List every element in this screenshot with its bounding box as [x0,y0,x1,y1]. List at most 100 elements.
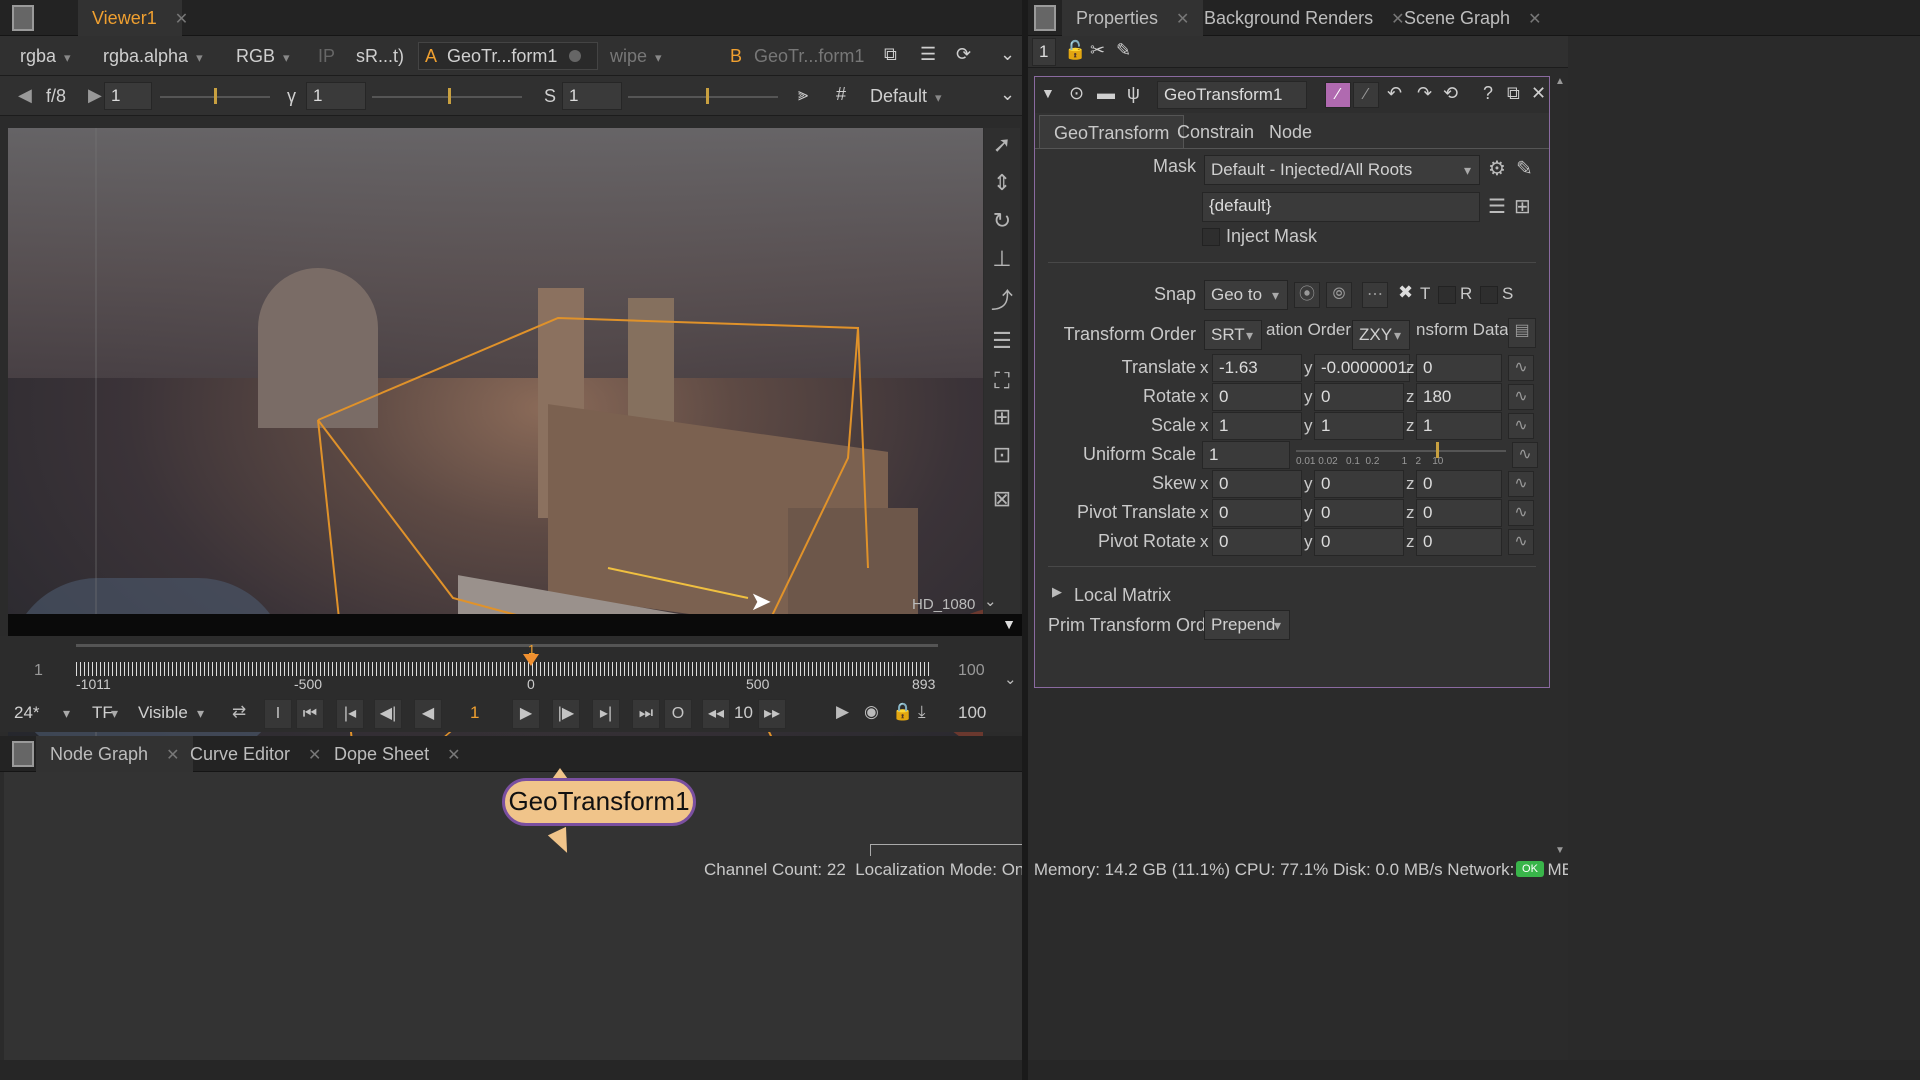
rotate-x-field[interactable]: 0 [1212,383,1302,411]
inject-mask-checkbox[interactable] [1202,228,1220,246]
roi-icon[interactable]: ⧉ [884,44,897,65]
scale-curve-icon[interactable]: ∿ [1508,413,1534,439]
scale-y-field[interactable]: 1 [1314,412,1404,440]
panel-menu-icon-2[interactable] [12,741,34,767]
node-name-field[interactable]: GeoTransform1 [1157,81,1307,109]
gamma-slider-handle[interactable] [448,88,451,104]
local-matrix-expand-icon[interactable]: ▶ [1052,584,1062,600]
gain-slider-handle[interactable] [214,88,217,104]
out-frame-field[interactable]: 100 [958,703,986,723]
pivot-rotate-curve-icon[interactable]: ∿ [1508,529,1534,555]
close-icon[interactable]: ✕ [175,11,188,28]
uniform-scale-field[interactable]: 1 [1202,441,1290,469]
close-icon[interactable]: ✕ [1528,11,1541,28]
mask-pick-icon[interactable]: ✎ [1516,156,1533,181]
rotation-order-select[interactable]: ZXY [1352,320,1410,350]
scroll-up-icon[interactable]: ▲ [1555,76,1565,87]
mask-expression-field[interactable]: {default} [1202,192,1480,222]
skew-x-field[interactable]: 0 [1212,470,1302,498]
scale-tool-icon[interactable]: ⊥ [985,242,1019,276]
ip-button[interactable]: IP [318,46,335,67]
scroll-down-icon[interactable]: ▼ [1555,845,1565,856]
pivot-translate-y-field[interactable]: 0 [1314,499,1404,527]
tf-select[interactable]: TF [86,699,126,729]
pin-icon[interactable]: ψ [1127,83,1140,104]
prev-frame-button[interactable]: ◀| [374,699,402,729]
float-icon[interactable]: ⧉ [1507,83,1520,104]
minimap-frame[interactable] [870,844,1022,856]
next-frame-button[interactable]: |▶ [552,699,580,729]
tab-curve-editor[interactable]: Curve Editor ✕ [176,736,335,772]
skew-curve-icon[interactable]: ∿ [1508,471,1534,497]
color-swatch-icon[interactable]: ⁄ [1325,82,1351,108]
next-stop-icon[interactable]: ▶ [88,85,102,106]
frame-selection-icon[interactable]: ⊡ [985,438,1019,472]
collapse-triangle-icon[interactable]: ▼ [1002,616,1016,632]
snap-r-checkbox[interactable] [1438,286,1456,304]
uniform-scale-slider[interactable] [1296,450,1506,452]
pivot-rotate-y-field[interactable]: 0 [1314,528,1404,556]
snap-t-checkbox[interactable]: ✖ [1398,282,1413,303]
snap-s-checkbox[interactable] [1480,286,1498,304]
close-icon[interactable]: ✕ [447,747,460,764]
translate-y-field[interactable]: -0.00000014 [1314,354,1410,382]
step-back-button[interactable]: ◂◂ [702,699,730,729]
gain-field[interactable]: 1 [104,82,152,110]
snap-target-icon[interactable]: ⦾ [1326,282,1352,308]
transform-order-select[interactable]: SRT [1204,320,1262,350]
panel-menu-icon[interactable] [12,5,34,31]
redo-icon[interactable]: ↷ [1417,83,1432,104]
max-panels-field[interactable]: 1 [1032,38,1056,66]
local-matrix-label[interactable]: Local Matrix [1074,585,1171,606]
panel-menu-icon-3[interactable] [1034,5,1056,31]
tab-scene-graph[interactable]: Scene Graph ✕ [1390,0,1555,36]
overflow-icon[interactable]: ⌄ [1000,44,1015,65]
color-swatch-2-icon[interactable]: ⁄ [1353,82,1379,108]
tab-node[interactable]: Node [1255,115,1326,149]
toggle-dot-icon[interactable] [569,50,581,62]
snap-tool-icon[interactable]: ⤴ [985,284,1019,318]
play-backward-button[interactable]: ◀ [414,699,442,729]
expression-add-icon[interactable]: ⊞ [1514,194,1531,219]
panel-divider[interactable] [1022,0,1028,1080]
help-icon[interactable]: ? [1483,83,1493,104]
timeline-scrubber[interactable] [76,644,938,682]
fps-select[interactable]: 24* [8,699,78,729]
current-frame-field[interactable]: 1 [470,703,479,723]
translate-z-field[interactable]: 0 [1416,354,1502,382]
first-frame-button[interactable]: ⏮ [296,699,324,729]
snap-pick-icon[interactable]: ⦿ [1294,282,1320,308]
geotransform-node[interactable]: GeoTransform1 [502,778,696,826]
clip-icon[interactable]: ⫸ [798,84,808,105]
export-icon[interactable]: ⤓ [918,702,926,722]
refresh-icon[interactable]: ⟳ [956,44,971,65]
prev-stop-icon[interactable]: ◀ [18,85,32,106]
a-input-box[interactable]: A GeoTr...form1 [418,42,598,70]
flipbook-icon[interactable]: ▶ [836,702,849,722]
out-point-button[interactable]: O [664,699,692,729]
in-point-button[interactable]: I [264,699,292,729]
last-frame-button[interactable]: ⏭ [632,699,660,729]
play-forward-button[interactable]: ▶ [512,699,540,729]
tab-background-renders[interactable]: Background Renders ✕ [1190,0,1419,36]
expression-list-icon[interactable]: ☰ [1488,194,1506,219]
edit-icon[interactable]: ✎ [1116,40,1131,61]
record-icon[interactable]: ◉ [864,702,879,722]
translate-tool-icon[interactable]: ⇕ [985,166,1019,200]
center-node-icon[interactable]: ⊙ [1069,83,1084,104]
step-forward-button[interactable]: ▸▸ [758,699,786,729]
b-input-name[interactable]: GeoTr...form1 [754,46,864,67]
gamma-slider[interactable] [372,96,522,98]
wipe-select[interactable]: wipe [610,46,662,67]
tab-node-graph[interactable]: Node Graph ✕ [36,736,194,772]
overlay-select[interactable]: Default [870,86,942,107]
sat-slider-handle[interactable] [706,88,709,104]
rotate-z-field[interactable]: 180 [1416,383,1502,411]
pivot-translate-z-field[interactable]: 0 [1416,499,1502,527]
skew-y-field[interactable]: 0 [1314,470,1404,498]
step-size-field[interactable]: 10 [734,703,753,723]
uniform-scale-curve-icon[interactable]: ∿ [1512,442,1538,468]
tab-constrain[interactable]: Constrain [1163,115,1268,149]
viewer-icon[interactable]: ▬ [1097,83,1115,104]
align-tool-icon[interactable]: ☰ [985,324,1019,358]
